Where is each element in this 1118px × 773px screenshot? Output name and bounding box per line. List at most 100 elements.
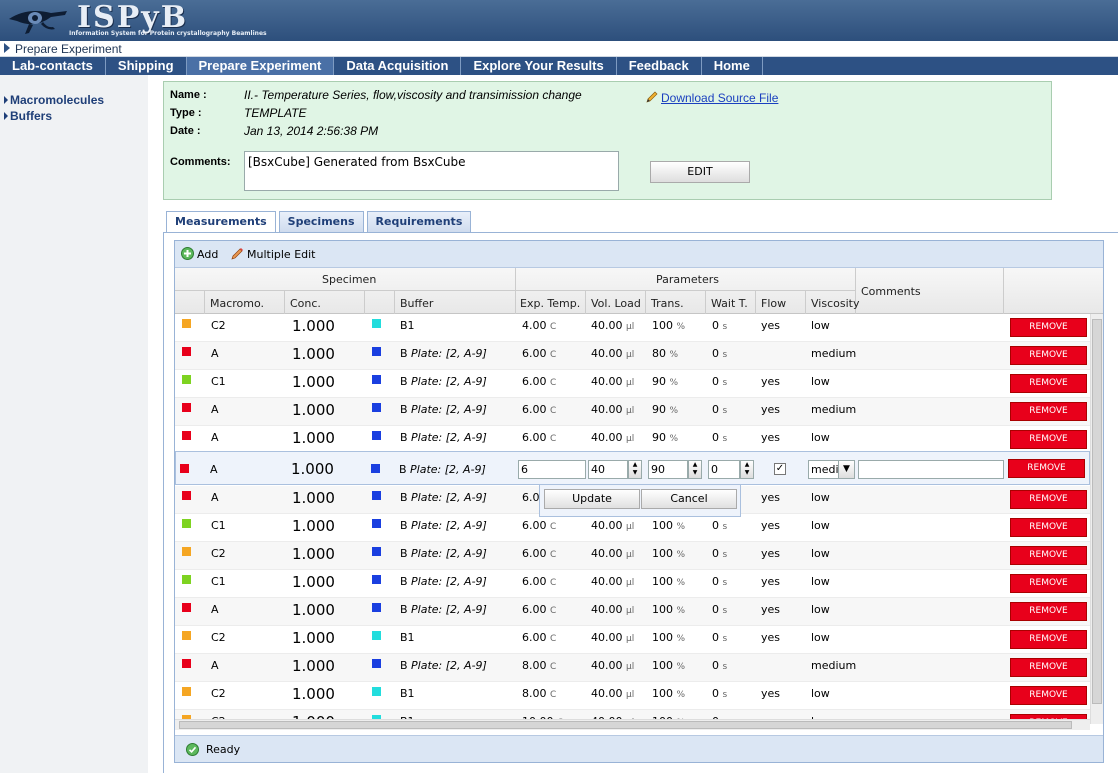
cell-concentration[interactable]: 1.000 — [292, 401, 335, 419]
menu-explore-results[interactable]: Explore Your Results — [461, 57, 617, 75]
cell-flow[interactable]: yes — [761, 687, 780, 700]
cell-vol-load[interactable]: 40.00 µl — [591, 403, 634, 416]
cell-concentration[interactable]: 1.000 — [292, 573, 335, 591]
cell-macromolecule[interactable]: A — [211, 491, 219, 504]
cell-exp-temp[interactable]: 6.00 C — [522, 403, 556, 416]
cell-trans[interactable]: 100 % — [652, 603, 685, 616]
cell-flow[interactable]: yes — [761, 603, 780, 616]
scroll-thumb[interactable] — [179, 721, 1072, 729]
cell-viscosity[interactable]: low — [811, 547, 830, 560]
remove-button[interactable]: REMOVE — [1010, 490, 1087, 509]
cell-concentration[interactable]: 1.000 — [292, 345, 335, 363]
table-row[interactable]: A 1.000 B Plate: [2, A-9] 6.00 C 40.00 µl 80 … — [175, 342, 1090, 370]
table-row[interactable]: C1 1.000 B Plate: [2, A-9] 6.00 C 40.00 µl 90… — [175, 370, 1090, 398]
chevron-down-icon[interactable]: ▼ — [838, 460, 855, 479]
wait-time-input[interactable] — [708, 460, 740, 479]
cell-exp-temp[interactable]: 6.00 C — [522, 631, 556, 644]
cell-exp-temp[interactable]: 6.00 C — [522, 375, 556, 388]
cell-wait-time[interactable]: 0 s — [712, 659, 727, 672]
cell-trans[interactable]: 90 % — [652, 375, 678, 388]
col-concentration[interactable]: Conc. — [290, 297, 321, 310]
menu-lab-contacts[interactable]: Lab-contacts — [0, 57, 106, 75]
col-viscosity[interactable]: Viscosity — [811, 297, 859, 310]
table-row[interactable]: C2 1.000 B Plate: [2, A-9] 6.00 C 40.00 µl 10… — [175, 542, 1090, 570]
cell-wait-time[interactable]: 0 s — [712, 375, 727, 388]
cell-exp-temp[interactable]: 6.0 — [522, 491, 540, 504]
cell-viscosity[interactable]: low — [811, 375, 830, 388]
cell-flow[interactable]: yes — [761, 491, 780, 504]
cell-buffer[interactable]: B Plate: [2, A-9] — [400, 575, 487, 588]
cell-buffer[interactable]: B Plate: [2, A-9] — [400, 375, 487, 388]
table-row[interactable]: A 1.000 B Plate: [2, A-9] 6.00 C 40.00 µl 90 … — [175, 398, 1090, 426]
cell-viscosity[interactable]: low — [811, 431, 830, 444]
sidebar-item-buffers[interactable]: Buffers — [4, 109, 52, 123]
cell-buffer[interactable]: B Plate: [2, A-9] — [400, 431, 487, 444]
col-wait-time[interactable]: Wait T. — [711, 297, 748, 310]
cell-macromolecule[interactable]: C2 — [211, 319, 226, 332]
cell-macromolecule[interactable]: C1 — [211, 575, 226, 588]
cell-flow[interactable]: yes — [761, 575, 780, 588]
wait-time-spinner[interactable]: ▲ ▼ — [740, 460, 754, 479]
cell-vol-load[interactable]: 40.00 µl — [591, 631, 634, 644]
col-macromolecule[interactable]: Macromo. — [210, 297, 264, 310]
cell-concentration[interactable]: 1.000 — [292, 489, 335, 507]
exp-temp-input[interactable] — [518, 460, 586, 479]
cell-macromolecule[interactable]: C2 — [211, 631, 226, 644]
table-row[interactable]: A 1.000 B Plate: [2, A-9] 6.00 C 40.00 µl 100… — [175, 598, 1090, 626]
cell-flow[interactable]: yes — [761, 631, 780, 644]
table-row[interactable]: A 1.000 B Plate: [2, A-9] 6.00 C 40.00 µl 90 … — [175, 426, 1090, 454]
horizontal-scrollbar[interactable] — [175, 719, 1090, 730]
cell-vol-load[interactable]: 40.00 µl — [591, 547, 634, 560]
cell-buffer[interactable]: B Plate: [2, A-9] — [400, 403, 487, 416]
add-button[interactable]: Add — [181, 247, 218, 261]
cell-exp-temp[interactable]: 6.00 C — [522, 431, 556, 444]
cell-trans[interactable]: 90 % — [652, 431, 678, 444]
tab-specimens[interactable]: Specimens — [278, 211, 364, 232]
vol-load-spinner[interactable]: ▲ ▼ — [628, 460, 642, 479]
cell-macromolecule[interactable]: A — [211, 659, 219, 672]
table-row[interactable]: C2 1.000 B1 6.00 C 40.00 µl 100 % 0 s yes low RE… — [175, 626, 1090, 654]
cell-concentration[interactable]: 1.000 — [292, 545, 335, 563]
cell-concentration[interactable]: 1.000 — [292, 629, 335, 647]
cell-viscosity[interactable]: medium — [811, 403, 856, 416]
cell-trans[interactable]: 100 % — [652, 319, 685, 332]
cell-macromolecule[interactable]: C1 — [211, 375, 226, 388]
cell-concentration[interactable]: 1.000 — [292, 685, 335, 703]
remove-button[interactable]: REMOVE — [1010, 630, 1087, 649]
row-editor[interactable]: A 1.000 B Plate: [2, A-9] ▲▼ ▲▼ ▲▼ ✓ ▼ REMOVE — [175, 451, 1090, 485]
cell-vol-load[interactable]: 40.00 µl — [591, 319, 634, 332]
cell-macromolecule[interactable]: C2 — [211, 547, 226, 560]
cell-viscosity[interactable]: low — [811, 319, 830, 332]
cell-trans[interactable]: 100 % — [652, 687, 685, 700]
cell-trans[interactable]: 100 % — [652, 519, 685, 532]
menu-prepare-experiment[interactable]: Prepare Experiment — [186, 57, 335, 75]
cell-wait-time[interactable]: 0 s — [712, 575, 727, 588]
col-vol-load[interactable]: Vol. Load — [591, 297, 641, 310]
comment-input[interactable] — [858, 460, 1004, 479]
cell-trans[interactable]: 100 % — [652, 547, 685, 560]
cell-vol-load[interactable]: 40.00 µl — [591, 659, 634, 672]
comments-field[interactable]: [BsxCube] Generated from BsxCube — [244, 151, 619, 191]
remove-button[interactable]: REMOVE — [1010, 546, 1087, 565]
viscosity-select[interactable] — [808, 460, 842, 479]
cell-viscosity[interactable]: low — [811, 631, 830, 644]
trans-spinner[interactable]: ▲ ▼ — [688, 460, 702, 479]
col-flow[interactable]: Flow — [761, 297, 786, 310]
cell-vol-load[interactable]: 40.00 µl — [591, 687, 634, 700]
cell-vol-load[interactable]: 40.00 µl — [591, 347, 634, 360]
cell-viscosity[interactable]: medium — [811, 347, 856, 360]
cell-buffer[interactable]: B Plate: [2, A-9] — [400, 519, 487, 532]
cell-vol-load[interactable]: 40.00 µl — [591, 603, 634, 616]
ispyb-logo[interactable]: ISPyB Information System for Protein cry… — [3, 0, 273, 40]
flow-checkbox[interactable]: ✓ — [774, 463, 786, 475]
cell-viscosity[interactable]: low — [811, 575, 830, 588]
table-row[interactable]: C1 1.000 B Plate: [2, A-9] 6.00 C 40.00 µl 10… — [175, 514, 1090, 542]
cell-exp-temp[interactable]: 6.00 C — [522, 603, 556, 616]
tab-requirements[interactable]: Requirements — [366, 211, 472, 232]
cell-buffer[interactable]: B1 — [400, 687, 415, 700]
cell-viscosity[interactable]: low — [811, 519, 830, 532]
cell-vol-load[interactable]: 40.00 µl — [591, 375, 634, 388]
breadcrumb-text[interactable]: Prepare Experiment — [15, 42, 122, 56]
edit-button[interactable]: EDIT — [650, 161, 750, 183]
cancel-button[interactable]: Cancel — [641, 489, 737, 509]
